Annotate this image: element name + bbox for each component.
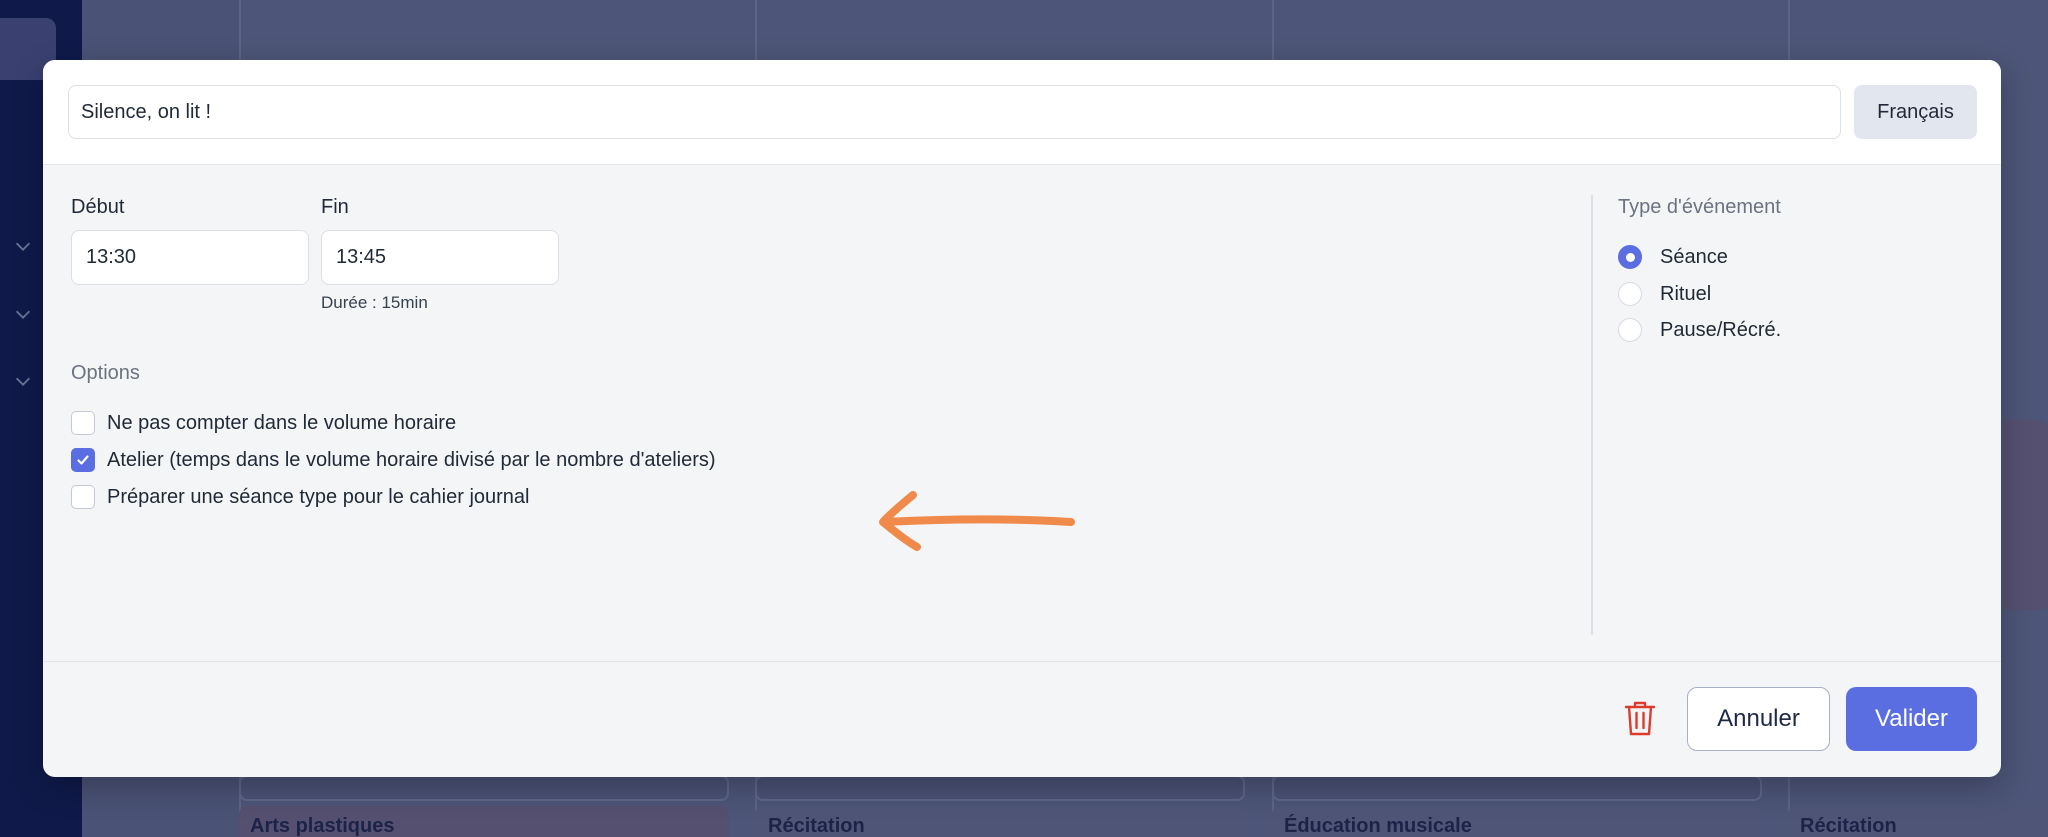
option-template-session[interactable]: Préparer une séance type pour le cahier … xyxy=(71,483,529,511)
calendar-event-label: Récitation xyxy=(768,815,865,837)
calendar-event-card xyxy=(1272,775,1762,801)
end-time-input[interactable] xyxy=(321,230,559,285)
start-label: Début xyxy=(71,196,125,218)
calendar-event-card xyxy=(239,775,729,801)
calendar-event-tile xyxy=(2002,420,2048,610)
event-type-label: Type d'événement xyxy=(1618,196,1781,218)
chevron-down-icon xyxy=(12,370,34,392)
option-no-volume[interactable]: Ne pas compter dans le volume horaire xyxy=(71,409,456,437)
calendar-event-card xyxy=(755,775,1245,801)
radio-selected[interactable] xyxy=(1618,245,1642,269)
radio[interactable] xyxy=(1618,318,1642,342)
checkbox-checked[interactable] xyxy=(71,448,95,472)
dialog-header: Français xyxy=(43,60,2001,165)
option-atelier[interactable]: Atelier (temps dans le volume horaire di… xyxy=(71,446,716,474)
check-icon xyxy=(77,455,89,465)
event-edit-dialog: Français Début Fin Durée : 15min Options… xyxy=(43,60,2001,777)
vertical-divider xyxy=(1591,195,1593,635)
checkbox[interactable] xyxy=(71,485,95,509)
event-type-pause[interactable]: Pause/Récré. xyxy=(1618,316,1781,344)
radio-label: Pause/Récré. xyxy=(1660,318,1782,341)
chevron-down-icon xyxy=(12,303,34,325)
cancel-button[interactable]: Annuler xyxy=(1687,687,1830,751)
calendar-event-label: Récitation xyxy=(1800,815,1897,837)
calendar-event-label: Arts plastiques xyxy=(250,815,395,837)
option-label: Préparer une séance type pour le cahier … xyxy=(107,485,530,508)
radio-label: Rituel xyxy=(1660,282,1712,305)
calendar-event-label: Éducation musicale xyxy=(1284,815,1472,837)
options-label: Options xyxy=(71,362,140,384)
trash-icon[interactable] xyxy=(1623,699,1657,737)
event-type-rituel[interactable]: Rituel xyxy=(1618,280,1711,308)
submit-button[interactable]: Valider xyxy=(1846,687,1977,751)
end-label: Fin xyxy=(321,196,349,218)
checkbox[interactable] xyxy=(71,411,95,435)
radio-label: Séance xyxy=(1660,245,1728,268)
radio[interactable] xyxy=(1618,282,1642,306)
option-label: Atelier (temps dans le volume horaire di… xyxy=(107,448,716,471)
language-button[interactable]: Français xyxy=(1854,85,1977,139)
duration-text: Durée : 15min xyxy=(321,293,428,312)
chevron-down-icon xyxy=(12,235,34,257)
event-type-seance[interactable]: Séance xyxy=(1618,243,1728,271)
arrow-left-icon xyxy=(879,491,1075,551)
option-label: Ne pas compter dans le volume horaire xyxy=(107,411,457,434)
start-time-input[interactable] xyxy=(71,230,309,285)
footer-divider xyxy=(43,661,2001,662)
event-title-input[interactable] xyxy=(68,85,1841,139)
